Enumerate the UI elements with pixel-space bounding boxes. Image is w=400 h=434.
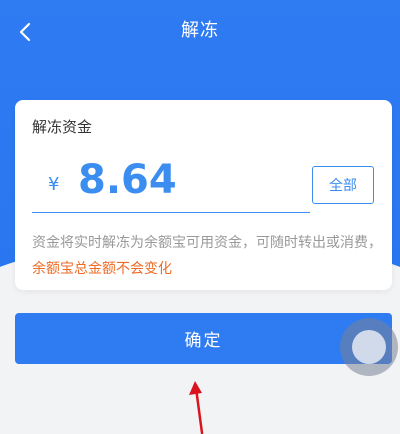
unfreeze-note: 资金将实时解冻为余额宝可用资金，可随时转出或消费， 余额宝总金额不会变化: [32, 230, 382, 282]
navigation-bar: 解冻: [0, 0, 400, 62]
assistive-touch-inner: [352, 330, 386, 364]
note-highlight: 余额宝总金额不会变化: [32, 261, 172, 277]
red-arrow-icon: [189, 381, 204, 434]
confirm-button[interactable]: 确定: [15, 313, 392, 364]
all-button[interactable]: 全部: [312, 166, 374, 204]
assistive-touch-icon[interactable]: [340, 318, 398, 376]
amount-row: ¥: [32, 152, 310, 213]
card-label: 解冻资金: [32, 118, 93, 136]
unfreeze-card: 解冻资金 ¥ 全部 资金将实时解冻为余额宝可用资金，可随时转出或消费， 余额宝总金…: [15, 100, 392, 290]
note-text: 资金将实时解冻为余额宝可用资金，可随时转出或消费，: [32, 235, 382, 251]
currency-symbol: ¥: [48, 174, 60, 195]
amount-input[interactable]: [78, 152, 298, 208]
page-title: 解冻: [181, 20, 219, 41]
